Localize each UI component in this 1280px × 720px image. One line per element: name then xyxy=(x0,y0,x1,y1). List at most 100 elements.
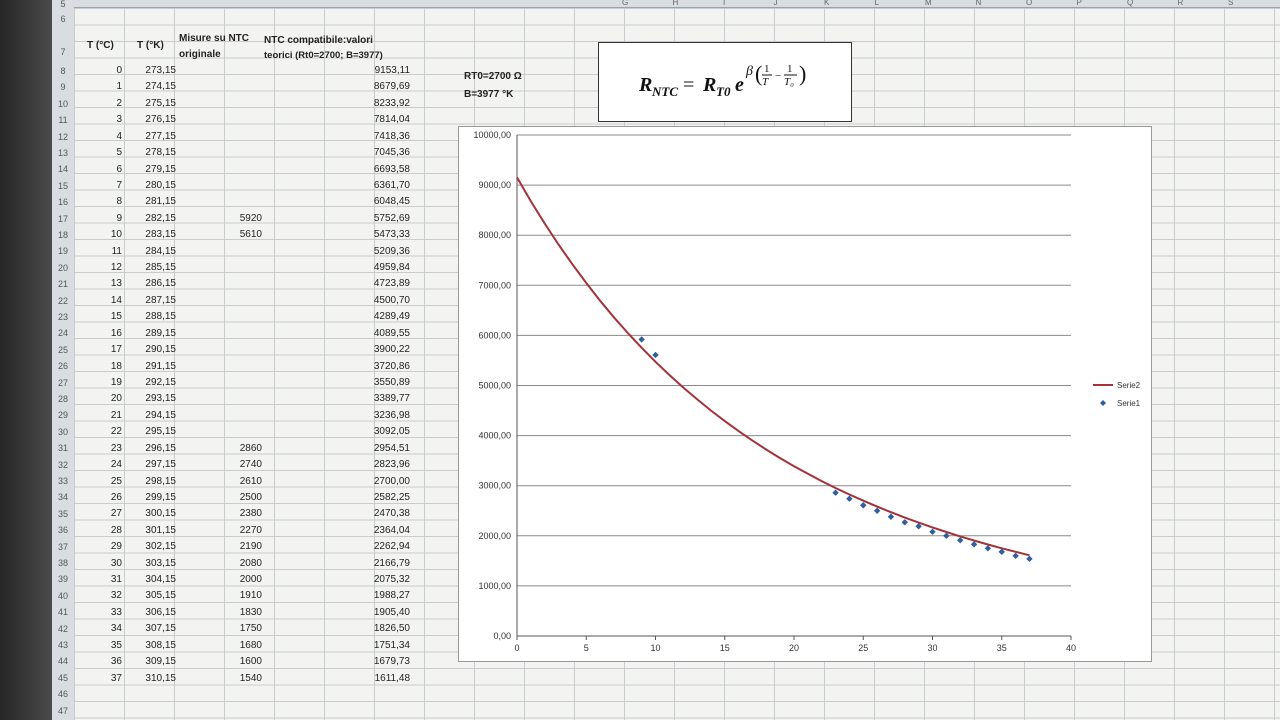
cell-misura[interactable]: 1830 xyxy=(178,607,262,618)
cell-temp-c[interactable]: 2 xyxy=(74,98,122,109)
cell-misura[interactable]: 2500 xyxy=(178,492,262,503)
cell-temp-k[interactable]: 284,15 xyxy=(126,246,176,257)
cell-temp-k[interactable]: 303,15 xyxy=(126,558,176,569)
cell-temp-k[interactable]: 304,15 xyxy=(126,574,176,585)
cell-teorico[interactable]: 7814,04 xyxy=(264,114,410,125)
cell-temp-c[interactable]: 10 xyxy=(74,229,122,240)
row-header-37[interactable]: 37 xyxy=(52,540,74,555)
row-header-11[interactable]: 11 xyxy=(52,113,74,128)
cell-temp-k[interactable]: 310,15 xyxy=(126,673,176,684)
cell-temp-c[interactable]: 14 xyxy=(74,295,122,306)
cell-temp-c[interactable]: 18 xyxy=(74,361,122,372)
row-header-22[interactable]: 22 xyxy=(52,294,74,309)
row-header-44[interactable]: 44 xyxy=(52,654,74,669)
column-header-O[interactable]: O xyxy=(1026,0,1032,7)
cell-temp-k[interactable]: 288,15 xyxy=(126,311,176,322)
cell-temp-c[interactable]: 1 xyxy=(74,81,122,92)
cell-teorico[interactable]: 5752,69 xyxy=(264,213,410,224)
cell-temp-k[interactable]: 296,15 xyxy=(126,443,176,454)
cell-temp-c[interactable]: 26 xyxy=(74,492,122,503)
row-header-33[interactable]: 33 xyxy=(52,474,74,489)
row-header-10[interactable]: 10 xyxy=(52,97,74,112)
cell-misura[interactable]: 1600 xyxy=(178,656,262,667)
cell-temp-c[interactable]: 19 xyxy=(74,377,122,388)
cell-temp-c[interactable]: 22 xyxy=(74,426,122,437)
cell-temp-c[interactable]: 32 xyxy=(74,590,122,601)
cell-teorico[interactable]: 3092,05 xyxy=(264,426,410,437)
cell-temp-k[interactable]: 298,15 xyxy=(126,476,176,487)
cell-temp-c[interactable]: 35 xyxy=(74,640,122,651)
cell-teorico[interactable]: 3389,77 xyxy=(264,393,410,404)
cell-misura[interactable]: 2740 xyxy=(178,459,262,470)
cell-teorico[interactable]: 3900,22 xyxy=(264,344,410,355)
row-header-29[interactable]: 29 xyxy=(52,408,74,423)
cell-misura[interactable]: 1750 xyxy=(178,623,262,634)
cell-temp-c[interactable]: 36 xyxy=(74,656,122,667)
cell-temp-k[interactable]: 273,15 xyxy=(126,65,176,76)
row-header-16[interactable]: 16 xyxy=(52,195,74,210)
row-header-38[interactable]: 38 xyxy=(52,556,74,571)
row-header-18[interactable]: 18 xyxy=(52,228,74,243)
cell-misura[interactable]: 2080 xyxy=(178,558,262,569)
cell-temp-c[interactable]: 15 xyxy=(74,311,122,322)
row-header-36[interactable]: 36 xyxy=(52,523,74,538)
cell-temp-k[interactable]: 283,15 xyxy=(126,229,176,240)
cell-temp-c[interactable]: 9 xyxy=(74,213,122,224)
cell-temp-k[interactable]: 276,15 xyxy=(126,114,176,125)
cell-teorico[interactable]: 2166,79 xyxy=(264,558,410,569)
cell-teorico[interactable]: 2700,00 xyxy=(264,476,410,487)
cell-temp-c[interactable]: 0 xyxy=(74,65,122,76)
cell-temp-c[interactable]: 3 xyxy=(74,114,122,125)
cell-teorico[interactable]: 3720,86 xyxy=(264,361,410,372)
row-header-35[interactable]: 35 xyxy=(52,507,74,522)
cell-teorico[interactable]: 3236,98 xyxy=(264,410,410,421)
cell-misura[interactable]: 1540 xyxy=(178,673,262,684)
cell-temp-c[interactable]: 12 xyxy=(74,262,122,273)
cell-temp-c[interactable]: 25 xyxy=(74,476,122,487)
cell-temp-k[interactable]: 294,15 xyxy=(126,410,176,421)
cell-misura[interactable]: 2190 xyxy=(178,541,262,552)
cell-temp-c[interactable]: 23 xyxy=(74,443,122,454)
cell-teorico[interactable]: 4959,84 xyxy=(264,262,410,273)
cell-temp-c[interactable]: 29 xyxy=(74,541,122,552)
cell-misura[interactable]: 1680 xyxy=(178,640,262,651)
cell-temp-c[interactable]: 34 xyxy=(74,623,122,634)
row-header-13[interactable]: 13 xyxy=(52,146,74,161)
cell-temp-k[interactable]: 295,15 xyxy=(126,426,176,437)
cell-temp-c[interactable]: 13 xyxy=(74,278,122,289)
cell-temp-k[interactable]: 306,15 xyxy=(126,607,176,618)
column-header-R[interactable]: R xyxy=(1178,0,1184,7)
cell-temp-c[interactable]: 30 xyxy=(74,558,122,569)
row-header-42[interactable]: 42 xyxy=(52,622,74,637)
column-header-I[interactable]: I xyxy=(723,0,725,7)
row-header-40[interactable]: 40 xyxy=(52,589,74,604)
cell-temp-c[interactable]: 17 xyxy=(74,344,122,355)
cell-teorico[interactable]: 6361,70 xyxy=(264,180,410,191)
cell-teorico[interactable]: 2954,51 xyxy=(264,443,410,454)
row-header-47[interactable]: 47 xyxy=(52,704,74,719)
row-header-14[interactable]: 14 xyxy=(52,162,74,177)
cell-temp-c[interactable]: 8 xyxy=(74,196,122,207)
cell-misura[interactable]: 2860 xyxy=(178,443,262,454)
cell-teorico[interactable]: 4723,89 xyxy=(264,278,410,289)
cell-temp-c[interactable]: 4 xyxy=(74,131,122,142)
row-header-46[interactable]: 46 xyxy=(52,687,74,702)
cell-teorico[interactable]: 5209,36 xyxy=(264,246,410,257)
cell-teorico[interactable]: 1826,50 xyxy=(264,623,410,634)
cell-teorico[interactable]: 2470,38 xyxy=(264,508,410,519)
cell-temp-k[interactable]: 297,15 xyxy=(126,459,176,470)
cell-temp-k[interactable]: 301,15 xyxy=(126,525,176,536)
cell-temp-k[interactable]: 300,15 xyxy=(126,508,176,519)
cell-teorico[interactable]: 2582,25 xyxy=(264,492,410,503)
cell-temp-k[interactable]: 278,15 xyxy=(126,147,176,158)
column-header-Q[interactable]: Q xyxy=(1127,0,1133,7)
row-header-12[interactable]: 12 xyxy=(52,130,74,145)
cell-temp-k[interactable]: 285,15 xyxy=(126,262,176,273)
cell-teorico[interactable]: 4500,70 xyxy=(264,295,410,306)
column-header-J[interactable]: J xyxy=(774,0,778,7)
cell-temp-k[interactable]: 274,15 xyxy=(126,81,176,92)
cell-temp-k[interactable]: 287,15 xyxy=(126,295,176,306)
cell-teorico[interactable]: 3550,89 xyxy=(264,377,410,388)
row-header-24[interactable]: 24 xyxy=(52,326,74,341)
cell-teorico[interactable]: 2262,94 xyxy=(264,541,410,552)
